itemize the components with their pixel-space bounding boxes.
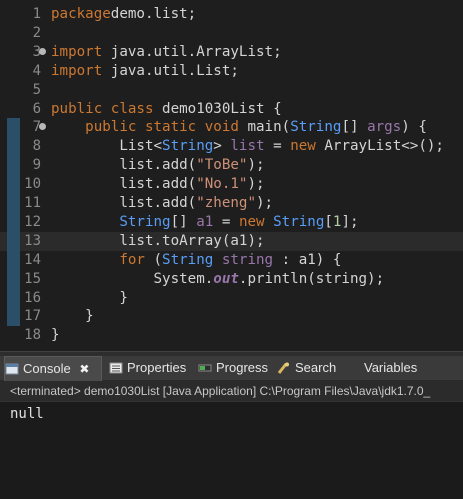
code-line[interactable]: 11 list.add("zheng"); xyxy=(0,194,463,213)
tab-variables-label: Variables xyxy=(364,360,418,375)
code-line[interactable]: 13 list.toArray(a1); xyxy=(0,231,463,251)
code-text: list.add("No.1"); xyxy=(51,176,265,193)
code-text: import java.util.ArrayList; xyxy=(51,43,282,60)
change-marker xyxy=(7,194,20,213)
change-marker xyxy=(7,307,20,327)
change-marker xyxy=(7,269,20,289)
code-text: list.add("ToBe"); xyxy=(51,157,265,174)
code-editor[interactable]: 1 packagedemo.list; 2 3 import java.util.Arr… xyxy=(0,0,463,351)
code-text: String[] a1 = new String[1]; xyxy=(51,213,359,230)
line-number: 17 xyxy=(24,308,41,325)
change-marker xyxy=(7,250,20,270)
tab-properties[interactable]: Properties xyxy=(109,356,186,380)
change-marker xyxy=(7,156,20,176)
console-status: <terminated> demo1030List [Java Applicat… xyxy=(0,381,463,401)
tab-properties-label: Properties xyxy=(127,360,187,375)
change-marker xyxy=(7,212,20,232)
code-text: list.add("zheng"); xyxy=(51,195,274,211)
code-text: List<String> list = new ArrayList<>(); xyxy=(51,138,444,155)
line-number: 11 xyxy=(24,195,41,211)
change-marker xyxy=(7,175,20,195)
code-line[interactable]: 14 for (String string : a1) { xyxy=(0,250,463,270)
code-line[interactable]: 7 public static void main(String[] args)… xyxy=(0,118,463,138)
code-text: for (String string : a1) { xyxy=(51,251,342,268)
line-number: 15 xyxy=(24,270,41,287)
line-number: 8 xyxy=(32,138,41,155)
close-icon[interactable]: ✖ xyxy=(79,362,89,376)
search-icon xyxy=(277,358,291,374)
tab-console[interactable]: Console ✖ xyxy=(4,356,102,381)
code-line[interactable]: 6 public class demo1030List { xyxy=(0,100,463,119)
line-number: 5 xyxy=(32,81,41,98)
line-number: 14 xyxy=(24,251,41,268)
code-line[interactable]: 16 } xyxy=(0,288,463,308)
console-output-line: null xyxy=(10,406,44,422)
tab-progress-label: Progress xyxy=(216,360,269,375)
code-line[interactable]: 1 packagedemo.list; xyxy=(0,5,463,24)
code-text: } xyxy=(51,289,128,306)
fold-toggle-icon[interactable] xyxy=(39,123,46,131)
code-text: packagedemo.list; xyxy=(51,6,197,22)
line-number: 10 xyxy=(24,176,41,193)
tab-variables[interactable]: Variables xyxy=(346,356,417,380)
tab-search[interactable]: Search xyxy=(277,356,336,380)
tab-progress[interactable]: Progress xyxy=(198,356,268,380)
line-number: 1 xyxy=(32,6,41,22)
code-line[interactable]: 9 list.add("ToBe"); xyxy=(0,156,463,176)
code-line[interactable]: 15 System.out.println(string); xyxy=(0,269,463,289)
line-number: 16 xyxy=(24,289,41,306)
line-number: 9 xyxy=(32,157,41,174)
line-number: 18 xyxy=(24,327,41,344)
change-marker xyxy=(7,137,20,157)
code-line[interactable]: 17 } xyxy=(0,307,463,327)
line-number: 7 xyxy=(32,119,41,136)
console-output[interactable]: null xyxy=(0,401,463,499)
code-line[interactable]: 3 import java.util.ArrayList; xyxy=(0,43,463,62)
code-line[interactable]: 8 List<String> list = new ArrayList<>(); xyxy=(0,137,463,157)
code-text: } xyxy=(51,308,94,325)
line-number: 6 xyxy=(32,100,41,117)
line-number: 12 xyxy=(24,213,41,230)
change-marker xyxy=(7,288,20,308)
properties-icon xyxy=(109,358,123,374)
code-line[interactable]: 2 xyxy=(0,24,463,43)
line-number: 4 xyxy=(32,62,41,79)
line-number: 2 xyxy=(32,24,41,41)
code-text: import java.util.List; xyxy=(51,62,239,79)
change-marker xyxy=(7,231,20,251)
code-text: public static void main(String[] args) { xyxy=(85,119,427,136)
code-text: list.toArray(a1); xyxy=(51,232,265,249)
line-number: 3 xyxy=(32,43,41,60)
code-line[interactable]: 18} xyxy=(0,326,463,345)
bottom-panel-tabbar: Console ✖ Properties Progress Search Var… xyxy=(0,356,463,381)
tab-search-label: Search xyxy=(295,360,337,375)
variables-icon xyxy=(346,358,360,373)
console-icon xyxy=(5,359,19,375)
code-text: public class demo1030List { xyxy=(51,100,282,117)
code-line[interactable]: 12 String[] a1 = new String[1]; xyxy=(0,212,463,232)
fold-toggle-icon[interactable] xyxy=(39,47,46,55)
progress-icon xyxy=(198,358,212,372)
tab-console-label: Console xyxy=(23,361,71,376)
line-number: 13 xyxy=(24,232,41,249)
code-line[interactable]: 5 xyxy=(0,81,463,100)
code-line[interactable]: 4 import java.util.List; xyxy=(0,62,463,81)
code-line[interactable]: 10 list.add("No.1"); xyxy=(0,175,463,195)
code-text: System.out.println(string); xyxy=(51,270,385,287)
change-marker xyxy=(7,118,20,138)
code-text: } xyxy=(51,327,60,344)
